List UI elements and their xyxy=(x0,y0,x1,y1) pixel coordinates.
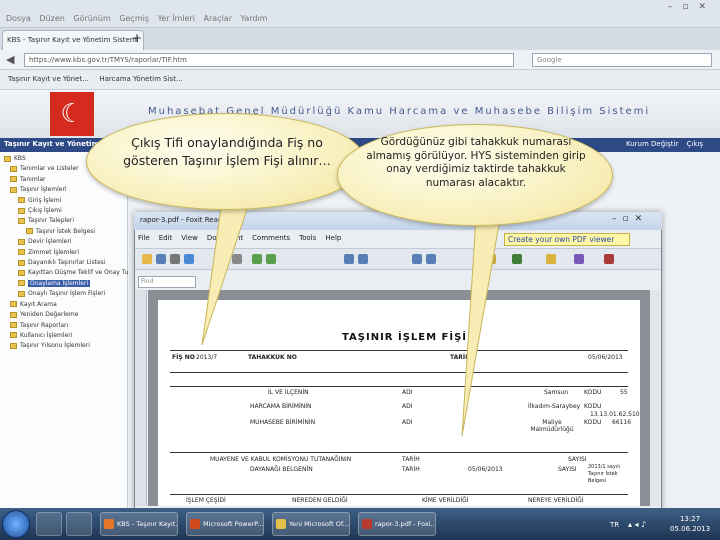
start-button[interactable] xyxy=(2,510,30,538)
powerpoint-icon xyxy=(190,519,200,529)
tray-icons[interactable]: ▴ ◂ ♪ xyxy=(628,520,646,529)
folder-icon xyxy=(276,519,286,529)
clock-date: 05.06.2013 xyxy=(670,525,711,533)
callout-right-text: Gördüğünüz gibi tahakkuk numarası almamı… xyxy=(366,136,586,189)
callout-left-text: Çıkış Tifi onaylandığında Fiş no göstere… xyxy=(123,135,331,168)
firefox-icon xyxy=(104,519,114,529)
explorer-icon[interactable] xyxy=(66,512,92,536)
callout-pointers xyxy=(201,199,501,437)
taskbar-item-foxit[interactable]: rapor-3.pdf - Foxi... xyxy=(358,512,436,536)
clock[interactable]: 13:27 05.06.2013 xyxy=(670,514,710,534)
taskbar-item-office[interactable]: Yeni Microsoft Of... xyxy=(272,512,350,536)
taskbar-item-firefox[interactable]: KBS - Taşınır Kayıt... xyxy=(100,512,178,536)
callout-right-pointer xyxy=(461,217,501,437)
callout-left-pointer xyxy=(201,199,251,346)
ie-icon[interactable] xyxy=(36,512,62,536)
taskbar-item-powerpoint[interactable]: Microsoft PowerP... xyxy=(186,512,264,536)
foxit-icon xyxy=(362,519,372,529)
clock-time: 13:27 xyxy=(679,515,701,523)
language-indicator[interactable]: TR xyxy=(610,521,619,529)
